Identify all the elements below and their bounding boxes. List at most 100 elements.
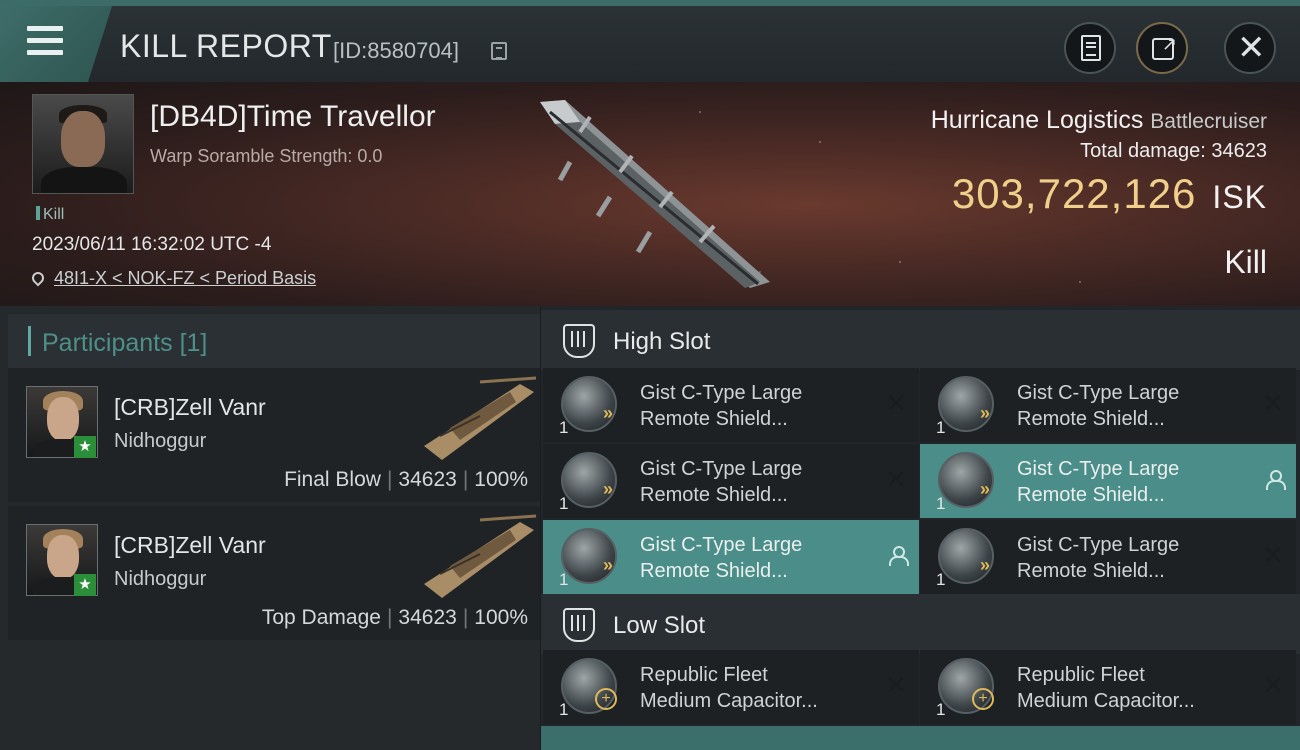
shield-booster-icon: » bbox=[561, 376, 617, 432]
share-button[interactable]: ↗ bbox=[1136, 22, 1188, 74]
close-icon: ✕ bbox=[1237, 29, 1266, 67]
destroyed-icon: ✕ bbox=[885, 464, 907, 494]
victim-portrait[interactable] bbox=[32, 94, 134, 194]
module-quantity: 1 bbox=[559, 700, 569, 719]
participant-ship: Nidhoggur bbox=[114, 430, 207, 452]
low-slot-label: Low Slot bbox=[613, 612, 706, 639]
module-name: Gist C-Type Large Remote Shield... bbox=[640, 382, 803, 430]
share-arrow-icon: ↗ bbox=[1162, 34, 1178, 54]
total-damage: Total damage: 34623 bbox=[1080, 140, 1267, 163]
participant-role: Top Damage bbox=[261, 606, 381, 629]
menu-button[interactable] bbox=[0, 6, 112, 82]
module-item[interactable]: » 1 Gist C-Type Large Remote Shield... ✕ bbox=[543, 444, 919, 518]
participant-ship-image bbox=[424, 376, 537, 460]
participant-role: Final Blow bbox=[284, 468, 381, 491]
high-slot-label: High Slot bbox=[613, 328, 711, 355]
module-name: Republic Fleet Medium Capacitor... bbox=[640, 664, 818, 712]
destroyed-icon: ✕ bbox=[885, 670, 907, 700]
module-quantity: 1 bbox=[559, 418, 569, 437]
star-icon: ★ bbox=[74, 574, 96, 596]
module-item[interactable]: » 1 Gist C-Type Large Remote Shield... ✕ bbox=[920, 520, 1296, 594]
module-quantity: 1 bbox=[936, 418, 946, 437]
module-item[interactable]: » 1 Gist C-Type Large Remote Shield... bbox=[543, 520, 919, 594]
close-button[interactable]: ✕ bbox=[1224, 22, 1276, 74]
participant-name: [CRB]Zell Vanr bbox=[114, 394, 266, 420]
star-icon: ★ bbox=[74, 436, 96, 458]
kill-tag: Kill bbox=[36, 206, 64, 224]
warp-scramble-strength: Warp Soramble Strength: 0.0 bbox=[150, 146, 383, 166]
clipboard-icon bbox=[1081, 35, 1101, 61]
kill-datetime: 2023/06/11 16:32:02 UTC -4 bbox=[32, 234, 272, 255]
module-quantity: 1 bbox=[559, 494, 569, 513]
participant-stats: Final Blow | 34623 | 100% bbox=[284, 468, 528, 491]
menu-icon bbox=[27, 26, 63, 56]
victim-ship-class: Battlecruiser bbox=[1150, 110, 1267, 133]
shield-booster-icon: » bbox=[938, 376, 994, 432]
page-title: KILL REPORT bbox=[120, 28, 332, 64]
header-bar: KILL REPORT [ID:8580704] ↗ ✕ bbox=[0, 0, 1300, 82]
module-item[interactable]: » 1 Gist C-Type Large Remote Shield... ✕ bbox=[543, 368, 919, 442]
participant-stats: Top Damage | 34623 | 100% bbox=[261, 606, 528, 629]
module-quantity: 1 bbox=[936, 494, 946, 513]
shield-booster-icon: » bbox=[561, 452, 617, 508]
clipboard-button[interactable] bbox=[1064, 22, 1116, 74]
destroyed-icon: ✕ bbox=[1262, 670, 1284, 700]
participant-card[interactable]: ★ [CRB]Zell Vanr Nidhoggur Top Damage | 34… bbox=[8, 506, 540, 640]
module-name: Gist C-Type Large Remote Shield... bbox=[640, 534, 803, 582]
module-name: Gist C-Type Large Remote Shield... bbox=[640, 458, 803, 506]
copy-icon[interactable] bbox=[491, 42, 507, 60]
isk-value: 303,722,126 ISK bbox=[952, 170, 1267, 218]
participant-percent: 100% bbox=[474, 606, 528, 629]
location-pin-icon bbox=[29, 269, 47, 287]
high-slot-header: High Slot bbox=[541, 310, 1300, 370]
capacitor-icon: + bbox=[938, 658, 994, 714]
participant-ship-image bbox=[424, 514, 537, 598]
module-item[interactable]: + 1 Republic Fleet Medium Capacitor... ✕ bbox=[920, 650, 1296, 724]
participants-panel: Participants [1] ★ [CRB]Zell Vanr Nidhog… bbox=[0, 306, 540, 750]
dropped-person-icon bbox=[1266, 470, 1286, 490]
capacitor-icon: + bbox=[561, 658, 617, 714]
kill-location[interactable]: 48I1-X < NOK-FZ < Period Basis bbox=[29, 268, 316, 289]
low-slot-header: Low Slot bbox=[541, 594, 1300, 654]
module-row-cutoff bbox=[541, 726, 1300, 750]
victim-name[interactable]: [DB4D]Time Travellor bbox=[150, 100, 436, 134]
total-damage-label: Total damage: bbox=[1080, 140, 1206, 162]
participant-card[interactable]: ★ [CRB]Zell Vanr Nidhoggur Final Blow | 34… bbox=[8, 368, 540, 502]
module-name: Republic Fleet Medium Capacitor... bbox=[1017, 664, 1195, 712]
participant-damage: 34623 bbox=[398, 468, 457, 491]
module-quantity: 1 bbox=[936, 700, 946, 719]
destroyed-icon: ✕ bbox=[885, 388, 907, 418]
victim-ship-image bbox=[540, 100, 770, 288]
low-slot-icon bbox=[563, 608, 595, 642]
shield-booster-icon: » bbox=[561, 528, 617, 584]
participants-header[interactable]: Participants [1] bbox=[8, 314, 540, 370]
result-label: Kill bbox=[1224, 244, 1267, 280]
victim-ship-name: Hurricane Logistics bbox=[930, 106, 1144, 134]
module-item[interactable]: » 1 Gist C-Type Large Remote Shield... ✕ bbox=[920, 368, 1296, 442]
location-text[interactable]: 48I1-X < NOK-FZ < Period Basis bbox=[54, 268, 316, 288]
participant-ship: Nidhoggur bbox=[114, 568, 207, 590]
participant-name: [CRB]Zell Vanr bbox=[114, 532, 266, 558]
module-item[interactable]: » 1 Gist C-Type Large Remote Shield... bbox=[920, 444, 1296, 518]
isk-unit: ISK bbox=[1212, 179, 1267, 215]
dropped-person-icon bbox=[889, 546, 909, 566]
module-quantity: 1 bbox=[936, 570, 946, 589]
victim-banner: [DB4D]Time Travellor Warp Soramble Stren… bbox=[0, 82, 1300, 306]
victim-ship[interactable]: Hurricane Logistics Battlecruiser bbox=[931, 106, 1267, 135]
fitting-panel: High Slot » 1 Gist C-Type Large Remote Sh… bbox=[541, 306, 1300, 750]
isk-amount: 303,722,126 bbox=[951, 170, 1197, 217]
module-name: Gist C-Type Large Remote Shield... bbox=[1017, 458, 1180, 506]
destroyed-icon: ✕ bbox=[1262, 540, 1284, 570]
total-damage-value: 34623 bbox=[1211, 140, 1267, 162]
destroyed-icon: ✕ bbox=[1262, 388, 1284, 418]
module-item[interactable]: + 1 Republic Fleet Medium Capacitor... ✕ bbox=[543, 650, 919, 724]
report-id: [ID:8580704] bbox=[333, 38, 459, 63]
module-name: Gist C-Type Large Remote Shield... bbox=[1017, 534, 1180, 582]
participant-percent: 100% bbox=[474, 468, 528, 491]
participants-title: Participants [1] bbox=[42, 329, 208, 357]
participant-damage: 34623 bbox=[398, 606, 457, 629]
module-name: Gist C-Type Large Remote Shield... bbox=[1017, 382, 1180, 430]
shield-booster-icon: » bbox=[938, 452, 994, 508]
high-slot-icon bbox=[563, 324, 595, 358]
shield-booster-icon: » bbox=[938, 528, 994, 584]
